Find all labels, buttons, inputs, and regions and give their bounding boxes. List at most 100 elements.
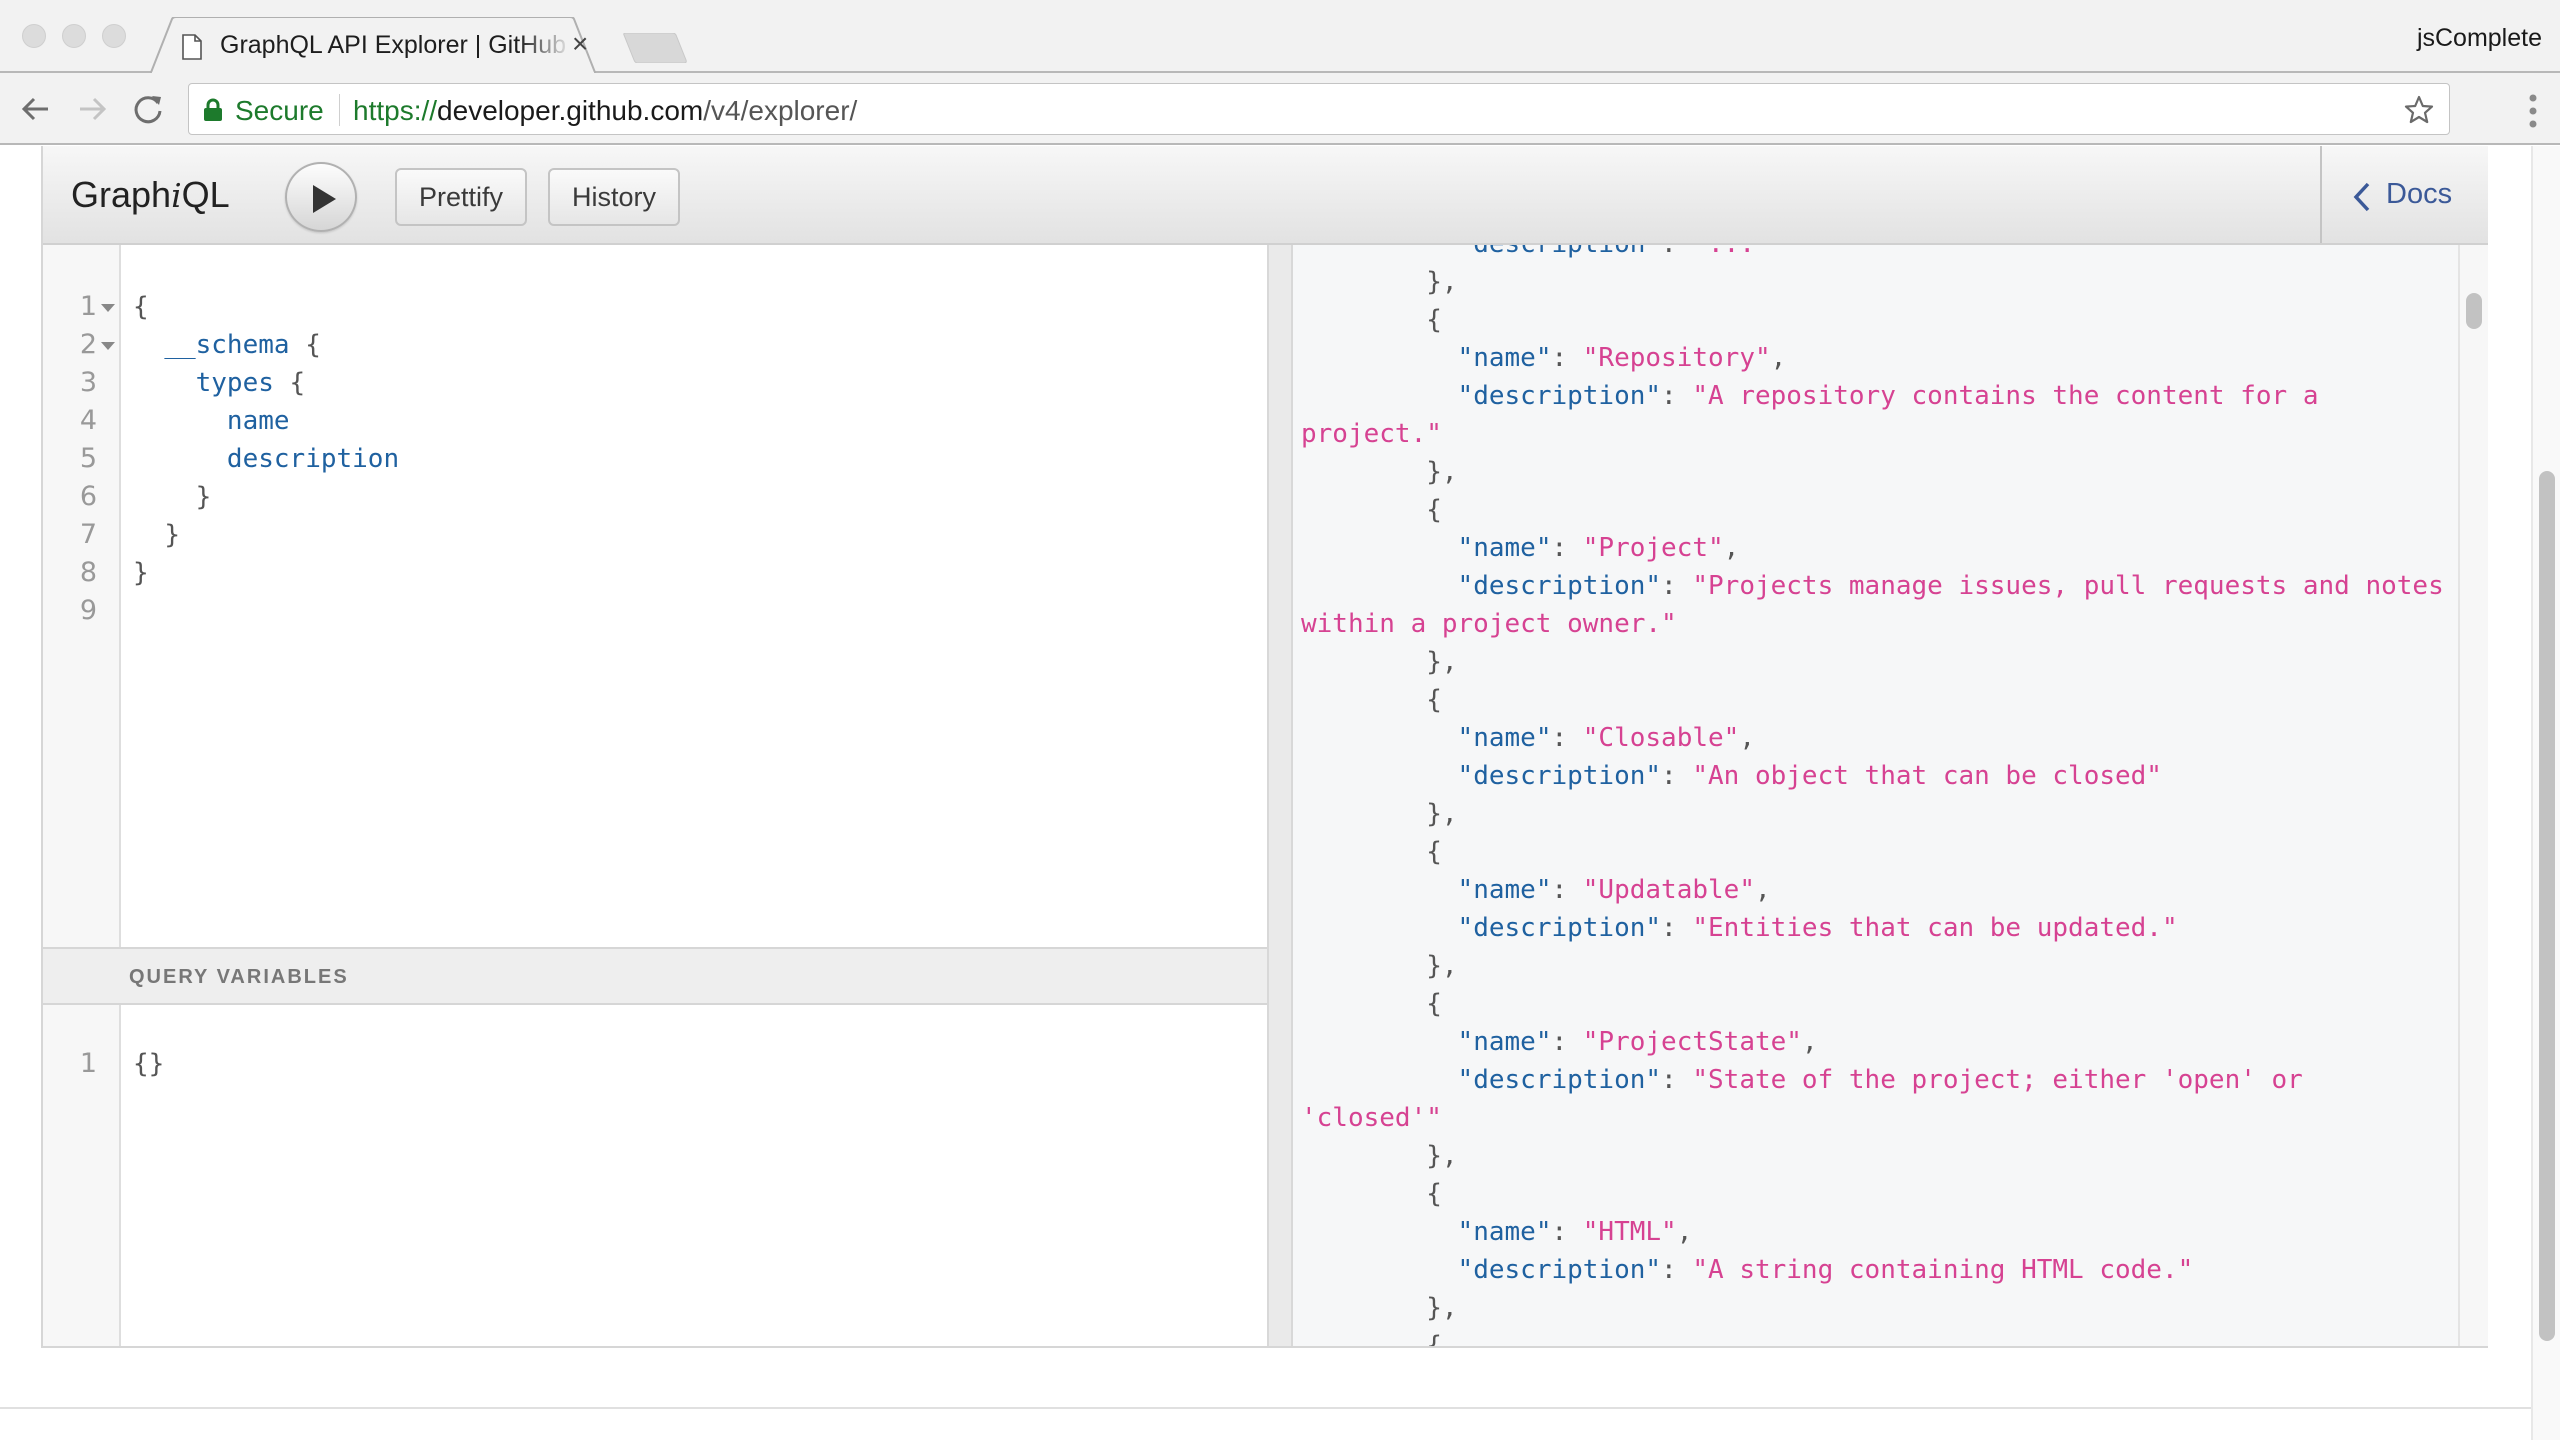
json-punctuation bbox=[1301, 761, 1458, 791]
json-punctuation: : bbox=[1551, 723, 1583, 753]
json-string: within a project owner." bbox=[1301, 609, 1677, 639]
json-punctuation: , bbox=[1770, 343, 1787, 373]
line-number: 9 bbox=[79, 595, 97, 626]
json-key: "name" bbox=[1457, 343, 1552, 373]
window-close-button[interactable] bbox=[22, 24, 46, 48]
graphiql-topbar: GraphiQL Prettify History Docs bbox=[43, 146, 2488, 245]
result-scrollbar[interactable] bbox=[2458, 245, 2488, 1346]
pane-resize-handle[interactable] bbox=[1267, 245, 1293, 1346]
result-scrollbar-thumb[interactable] bbox=[2466, 293, 2482, 329]
window-zoom-button[interactable] bbox=[102, 24, 126, 48]
query-variables-header[interactable]: QUERY VARIABLES bbox=[43, 947, 1267, 1005]
profile-name[interactable]: jsComplete bbox=[2417, 24, 2542, 53]
url-text[interactable]: https://developer.github.com/v4/explorer… bbox=[353, 95, 857, 127]
json-punctuation: : bbox=[1551, 533, 1583, 563]
reload-icon[interactable] bbox=[130, 91, 166, 127]
logo-italic-i: i bbox=[171, 176, 182, 215]
json-punctuation: , bbox=[1739, 723, 1755, 753]
result-line: }, bbox=[1301, 643, 1457, 681]
fold-arrow-icon[interactable] bbox=[101, 342, 115, 350]
punctuation: { bbox=[289, 330, 321, 360]
json-punctuation: : bbox=[1551, 875, 1583, 905]
logo-prefix: Graph bbox=[71, 174, 172, 215]
browser-toolbar: Secure https://developer.github.com/v4/e… bbox=[0, 73, 2560, 145]
query-code-line: } bbox=[133, 478, 212, 516]
execute-query-button[interactable] bbox=[285, 162, 357, 232]
result-line: { bbox=[1301, 1175, 1442, 1213]
result-line: "description": "An object that can be cl… bbox=[1301, 757, 2162, 795]
query-variables-title: QUERY VARIABLES bbox=[129, 966, 349, 988]
json-punctuation: , bbox=[1801, 1027, 1818, 1057]
play-icon bbox=[313, 185, 336, 213]
variables-editor[interactable]: 1 {} bbox=[43, 1005, 1267, 1346]
query-code-line: } bbox=[133, 554, 149, 592]
json-key: "name" bbox=[1457, 875, 1552, 905]
json-punctuation bbox=[1301, 723, 1458, 753]
page-scrollbar-thumb[interactable] bbox=[2539, 471, 2555, 1341]
result-line: { bbox=[1301, 681, 1442, 719]
line-number: 1 bbox=[79, 291, 97, 322]
window-minimize-button[interactable] bbox=[62, 24, 86, 48]
json-punctuation bbox=[1301, 1255, 1458, 1285]
json-punctuation: { bbox=[1301, 989, 1442, 1019]
result-line: "name": "Updatable", bbox=[1301, 871, 1771, 909]
json-punctuation bbox=[1301, 533, 1458, 563]
page-footer-divider bbox=[0, 1407, 2531, 1409]
json-punctuation bbox=[1301, 1027, 1458, 1057]
browser-tab-active[interactable]: GraphQL API Explorer | GitHub × bbox=[150, 17, 618, 75]
arrow-left-icon[interactable] bbox=[18, 91, 54, 127]
result-line: }, bbox=[1301, 453, 1457, 491]
query-code-line: name bbox=[133, 402, 290, 440]
browser-tab-bar: GraphQL API Explorer | GitHub × jsComple… bbox=[0, 0, 2560, 75]
secure-label: Secure bbox=[235, 95, 324, 126]
logo-suffix: QL bbox=[181, 174, 230, 215]
result-viewer[interactable]: "description": "..." }, { "name": "Repos… bbox=[1293, 245, 2488, 1346]
chevron-left-icon bbox=[2353, 182, 2370, 212]
json-string: "HTML" bbox=[1582, 1217, 1677, 1247]
kebab-menu-icon[interactable] bbox=[2528, 93, 2538, 129]
json-key: "description" bbox=[1457, 1065, 1662, 1095]
new-tab-button[interactable] bbox=[622, 33, 688, 63]
docs-button[interactable]: Docs bbox=[2320, 146, 2488, 243]
variables-code-line: {} bbox=[133, 1049, 165, 1079]
tab-close-icon[interactable]: × bbox=[572, 29, 588, 59]
json-punctuation: }, bbox=[1301, 951, 1458, 981]
json-punctuation: { bbox=[1301, 837, 1442, 867]
json-string: "A repository contains the content for a bbox=[1692, 381, 2319, 411]
json-string: "State of the project; either 'open' or bbox=[1692, 1065, 2303, 1095]
result-line: "name": "Closable", bbox=[1301, 719, 1755, 757]
json-key: "description" bbox=[1457, 381, 1662, 411]
result-line: "description": "Entities that can be upd… bbox=[1301, 909, 2178, 947]
arrow-right-icon[interactable] bbox=[74, 91, 110, 127]
json-key: "description" bbox=[1458, 245, 1662, 259]
query-code-line: { bbox=[133, 288, 149, 326]
query-editor[interactable]: 1{2 __schema {3 types {4 name 5 descripti… bbox=[43, 245, 1267, 947]
json-punctuation: { bbox=[1301, 305, 1442, 335]
json-string: "Projects manage issues, pull requests a… bbox=[1692, 571, 2444, 601]
omnibox-separator bbox=[339, 94, 340, 126]
star-icon[interactable] bbox=[2403, 94, 2435, 126]
json-string: "A string containing HTML code." bbox=[1692, 1255, 2194, 1285]
json-punctuation: { bbox=[1301, 685, 1442, 715]
history-button[interactable]: History bbox=[548, 168, 681, 226]
url-path: /v4/explorer/ bbox=[703, 95, 858, 126]
result-line: "description": "State of the project; ei… bbox=[1301, 1061, 2303, 1099]
page-scrollbar[interactable] bbox=[2531, 146, 2560, 1440]
prettify-button[interactable]: Prettify bbox=[395, 168, 528, 226]
line-number: 3 bbox=[79, 367, 97, 398]
result-line: "description": "A repository contains th… bbox=[1301, 377, 2319, 415]
json-punctuation: }, bbox=[1301, 1141, 1458, 1171]
line-number: 7 bbox=[79, 519, 97, 550]
json-key: "description" bbox=[1457, 1255, 1662, 1285]
result-line: }, bbox=[1301, 1137, 1458, 1175]
fold-arrow-icon[interactable] bbox=[101, 304, 115, 312]
json-punctuation: }, bbox=[1301, 799, 1458, 829]
result-line: "description": "Projects manage issues, … bbox=[1301, 567, 2444, 605]
address-bar[interactable]: Secure https://developer.github.com/v4/e… bbox=[188, 83, 2450, 135]
result-line: }, bbox=[1301, 1289, 1457, 1327]
json-punctuation: : bbox=[1661, 761, 1693, 791]
json-string: 'closed'" bbox=[1301, 1103, 1442, 1133]
